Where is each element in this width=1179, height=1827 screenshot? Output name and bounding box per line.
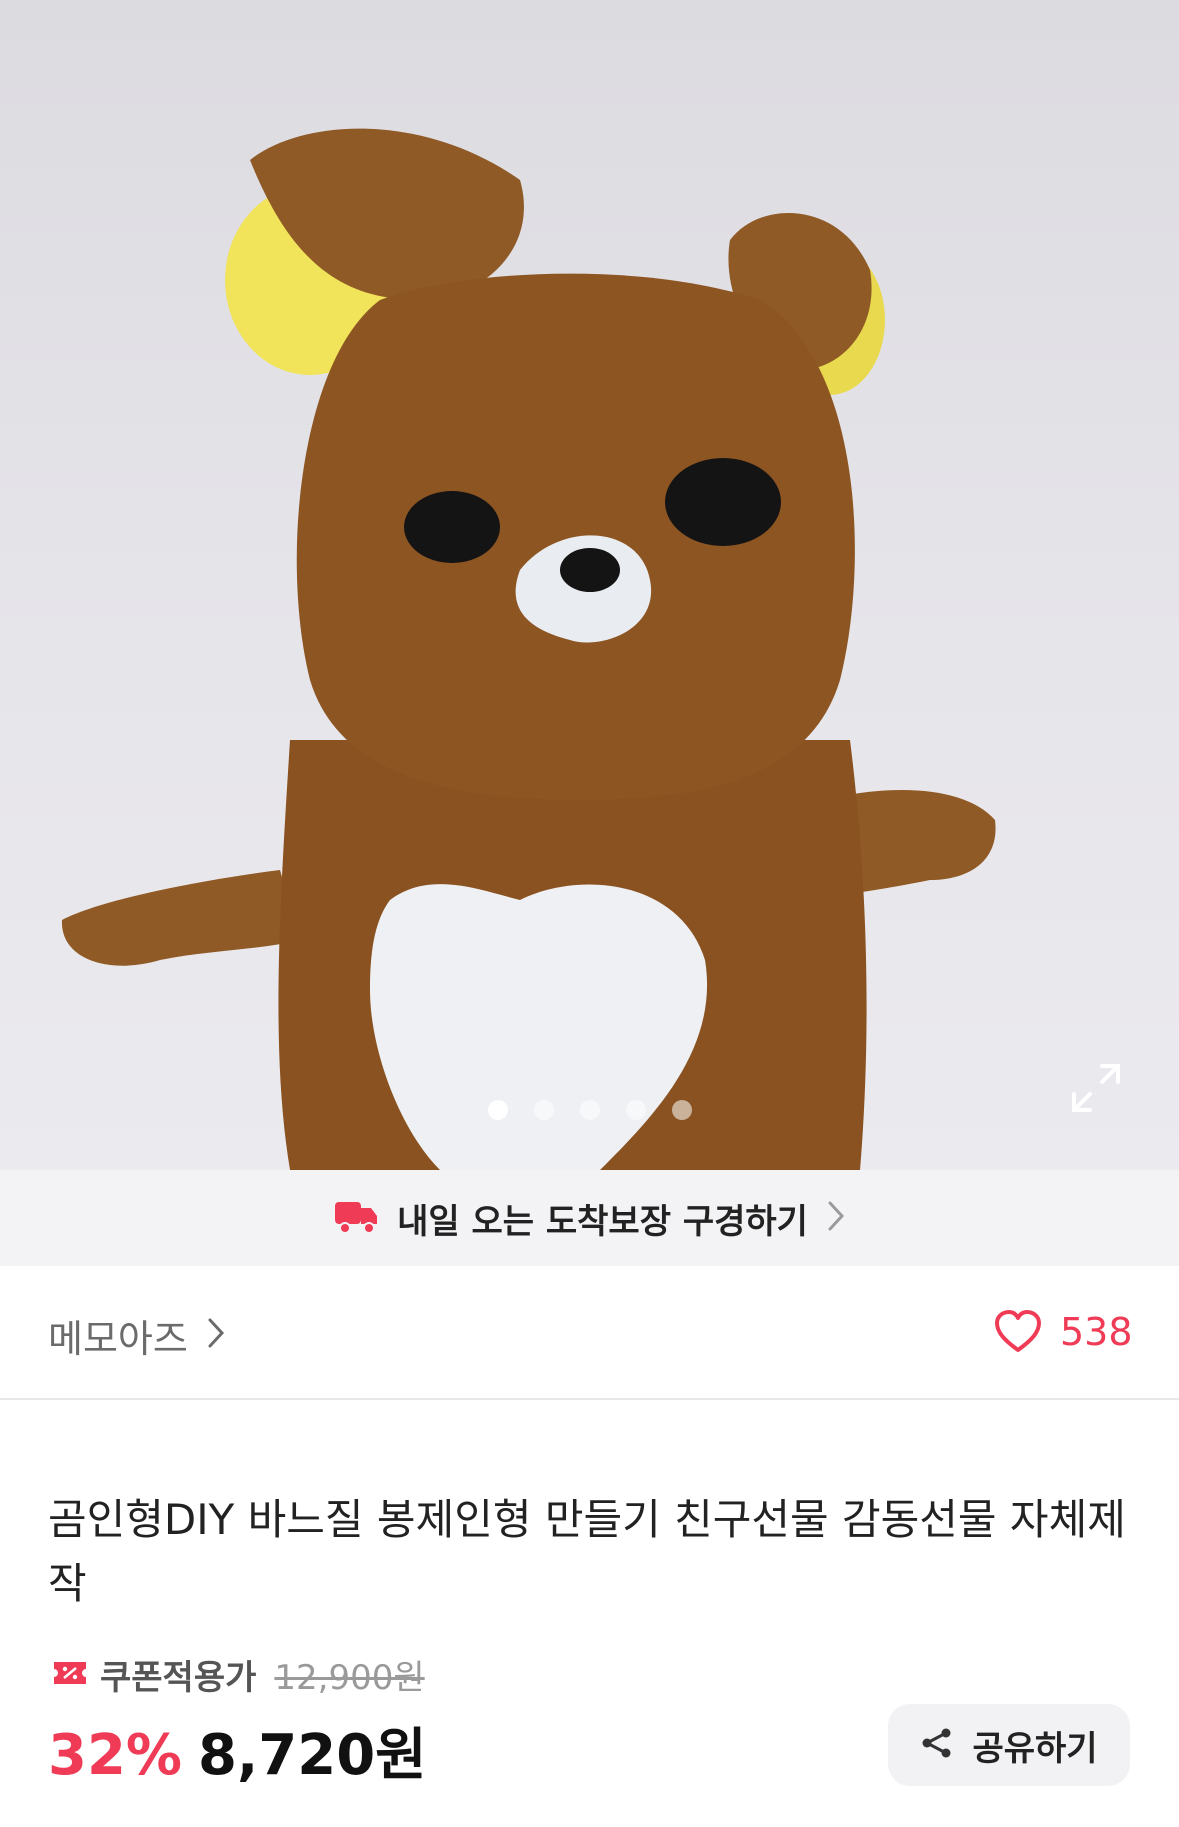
price-row: 32% 8,720원 <box>48 1710 427 1791</box>
expand-icon[interactable] <box>1068 1060 1124 1116</box>
share-button[interactable]: 공유하기 <box>888 1704 1130 1786</box>
like-count: 538 <box>1060 1310 1133 1354</box>
coupon-price-row: 쿠폰적용가 12,900원 <box>52 1650 425 1699</box>
sale-price: 8,720원 <box>198 1723 427 1788</box>
share-icon <box>920 1726 954 1764</box>
share-label: 공유하기 <box>972 1728 1098 1769</box>
delivery-banner-text: 내일 오는 도착보장 구경하기 <box>397 1201 808 1242</box>
carousel-dot[interactable] <box>533 1100 554 1120</box>
chevron-right-icon <box>826 1199 846 1237</box>
coupon-label: 쿠폰적용가 <box>100 1658 257 1698</box>
coupon-icon <box>52 1658 88 1692</box>
carousel-dot[interactable] <box>579 1100 600 1120</box>
delivery-guarantee-banner[interactable]: 내일 오는 도착보장 구경하기 <box>0 1170 1179 1266</box>
seller-row: 메모아즈 538 <box>0 1266 1179 1400</box>
product-image-carousel[interactable] <box>0 0 1179 1170</box>
carousel-dots <box>0 1100 1179 1120</box>
product-photo <box>61 128 996 1170</box>
carousel-dot[interactable] <box>671 1100 692 1120</box>
chevron-right-icon[interactable] <box>206 1316 226 1354</box>
product-title: 곰인형DIY 바느질 봉제인형 만들기 친구선물 감동선물 자체제작 <box>48 1495 1126 1608</box>
seller-name-link[interactable]: 메모아즈 <box>48 1308 188 1363</box>
truck-icon <box>333 1196 379 1240</box>
original-price: 12,900원 <box>274 1658 425 1698</box>
discount-rate: 32% <box>48 1723 183 1788</box>
carousel-dot[interactable] <box>487 1100 508 1120</box>
heart-icon[interactable] <box>994 1310 1042 1358</box>
carousel-dot[interactable] <box>625 1100 646 1120</box>
